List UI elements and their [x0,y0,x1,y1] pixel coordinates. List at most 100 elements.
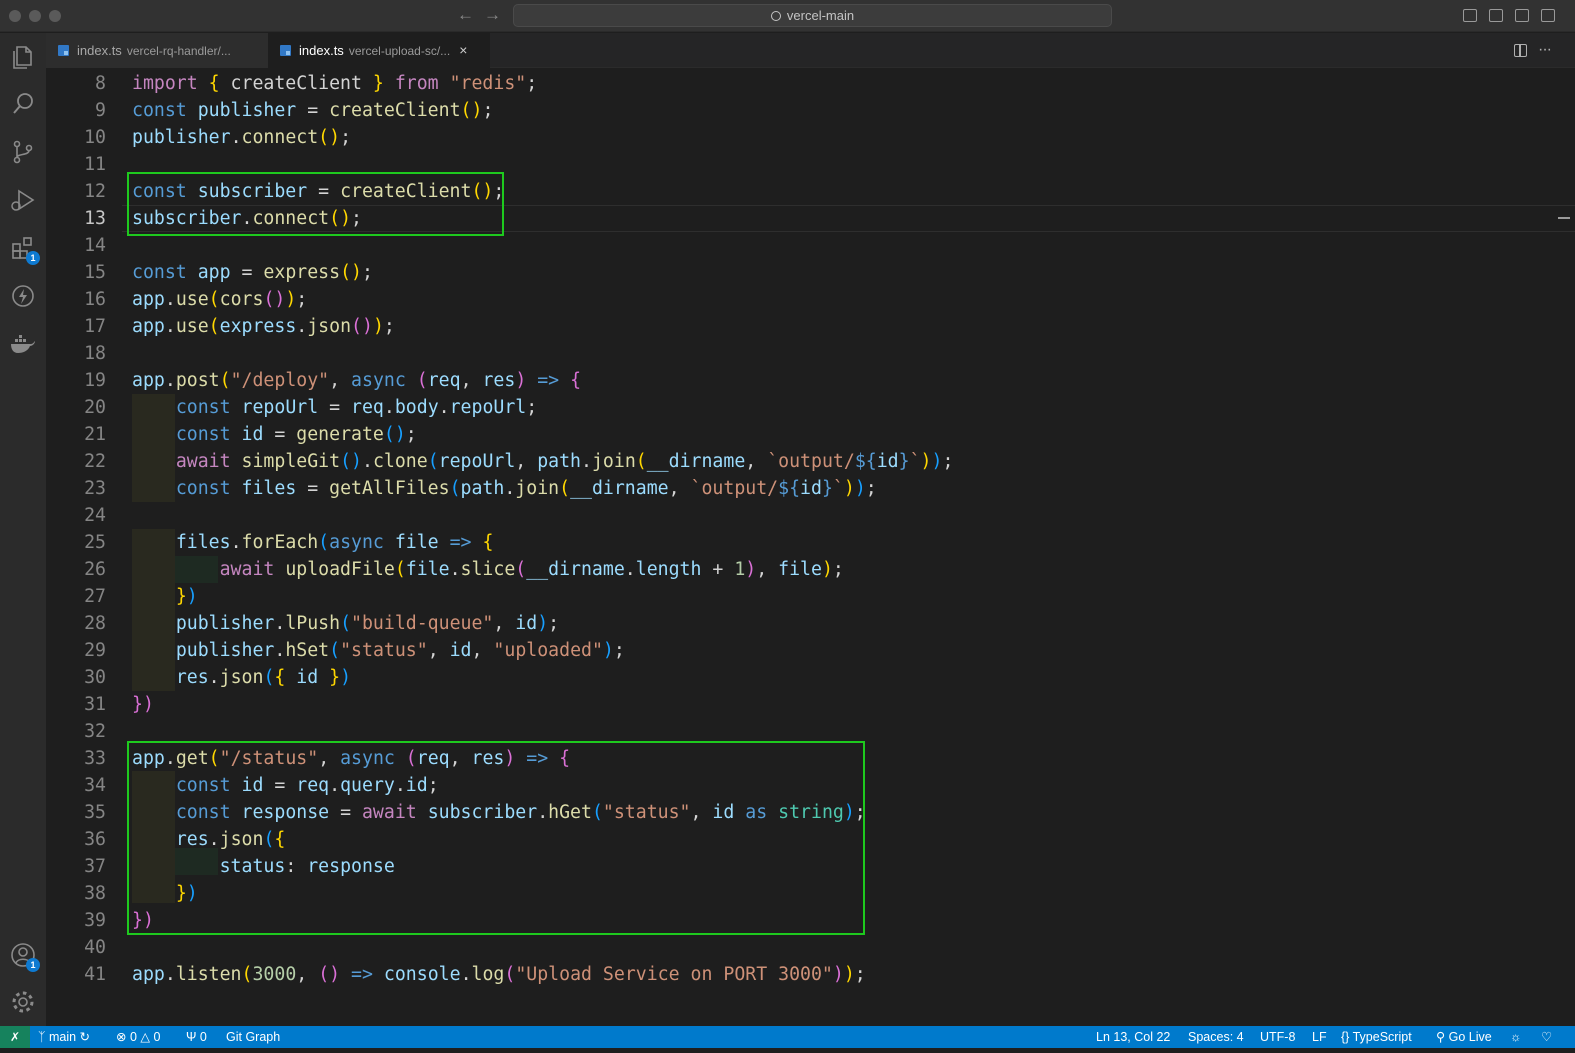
problems-indicator[interactable]: ⊗ 0 △ 0 [116,1026,160,1048]
line-code: import { createClient } from "redis"; [132,70,537,97]
encoding-setting[interactable]: UTF-8 [1260,1026,1295,1048]
branch-label: main [48,1030,77,1044]
code-line[interactable]: 20 const repoUrl = req.body.repoUrl; [46,394,1546,421]
notifications-bell-icon[interactable]: ♡ [1541,1026,1552,1048]
code-line[interactable]: 16 app.use(cors()); [46,286,1546,313]
split-editor-icon[interactable] [1514,44,1527,57]
code-line[interactable]: 31}) [46,691,1546,718]
code-token: const [175,397,231,418]
zoom-window-button[interactable] [49,10,61,22]
cursor-position[interactable]: Ln 13, Col 22 [1096,1026,1170,1048]
forward-arrow-icon[interactable]: → [484,5,501,25]
code-token: } [132,694,143,715]
code-line[interactable]: 18 [46,340,1546,367]
code-token: ( [263,289,275,310]
customize-layout-icon[interactable] [1541,9,1555,22]
toggle-primary-sidebar-icon[interactable] [1463,9,1477,22]
code-token: join [515,478,560,499]
more-actions-icon[interactable]: ··· [1538,41,1552,59]
code-token: json [307,316,352,337]
feedback-icon[interactable]: ☼ [1510,1026,1521,1048]
extensions-icon[interactable]: 1 [8,233,40,265]
code-token: ; [865,478,877,499]
indentation-setting[interactable]: Spaces: 4 [1188,1026,1244,1048]
code-line[interactable]: 15 const app = express(); [46,259,1546,286]
code-token: id [800,478,822,499]
line-code: files.forEach(async file => { [132,529,494,556]
code-line[interactable]: 24 [46,502,1546,529]
code-token: . [274,640,286,661]
close-icon[interactable]: × [459,42,467,58]
line-number: 32 [84,721,106,742]
code-line[interactable]: 28 publisher.lPush("build-queue", id); [46,610,1546,637]
code-line[interactable]: 25 files.forEach(async file => { [46,529,1546,556]
code-token: "/deploy" [230,370,330,391]
code-token: ) [329,127,341,148]
code-token: . [164,316,176,337]
accounts-icon[interactable]: 1 [8,940,40,972]
tab-index-ts-rq-handler[interactable]: index.ts vercel-rq-handler/... [46,33,268,68]
language-mode[interactable]: {} TypeScript [1341,1026,1412,1048]
search-icon[interactable] [8,89,38,119]
code-line[interactable]: 30 res.json({ id }) [46,664,1546,691]
code-token: `output/ [690,478,779,499]
line-number: 37 [84,856,106,877]
code-token: files [241,478,297,499]
line-number: 13 [84,208,106,229]
code-line[interactable]: 23 const files = getAllFiles(path.join(_… [46,475,1546,502]
code-token: ( [340,451,352,472]
explorer-icon[interactable] [8,41,38,71]
code-token: } [175,586,187,607]
code-token: ) [394,424,406,445]
code-line[interactable]: 9 const publisher = createClient(); [46,97,1546,124]
branch-indicator[interactable]: ᛉ main ↻ [38,1026,90,1048]
code-token: clone [372,451,428,472]
code-line[interactable]: 22 await simpleGit().clone(repoUrl, path… [46,448,1546,475]
command-center-search[interactable]: vercel-main [513,4,1112,27]
code-token: ) [274,289,286,310]
code-token: { [482,532,494,553]
code-line[interactable]: 41 app.listen(3000, () => console.log("Up… [46,961,1546,988]
minimize-window-button[interactable] [29,10,41,22]
code-line[interactable]: 10 publisher.connect(); [46,124,1546,151]
code-line[interactable]: 8 import { createClient } from "redis"; [46,70,1546,97]
ports-indicator[interactable]: Ψ 0 [186,1026,207,1048]
code-line[interactable]: 17 app.use(express.json()); [46,313,1546,340]
tab-index-ts-upload-service[interactable]: index.ts vercel-upload-sc/... × [268,33,490,68]
source-control-icon[interactable] [8,137,38,167]
remote-icon[interactable]: ✗ [0,1026,30,1048]
line-number: 29 [84,640,106,661]
run-and-debug-icon[interactable] [8,185,38,215]
code-token: , [515,451,538,472]
code-token: from [383,73,450,94]
back-arrow-icon[interactable]: ← [457,5,474,25]
code-editor[interactable]: 8 import { createClient } from "redis"; 9 c… [46,68,1575,1026]
code-line[interactable]: 21 const id = generate(); [46,421,1546,448]
code-token: "uploaded" [493,640,603,661]
code-token: post [175,370,220,391]
line-number: 10 [84,127,106,148]
lightning-icon[interactable] [8,281,38,311]
code-token: "redis" [449,73,527,94]
code-line[interactable]: 27 }) [46,583,1546,610]
code-line[interactable]: 14 [46,232,1546,259]
docker-icon[interactable] [8,329,38,359]
go-live-button[interactable]: ⚲ Go Live [1436,1026,1492,1048]
code-token: ${ [854,451,877,472]
code-token: __dirname [570,478,669,499]
code-line[interactable]: 29 publisher.hSet("status", id, "uploade… [46,637,1546,664]
ports-count: 0 [199,1030,207,1044]
toggle-panel-icon[interactable] [1489,9,1503,22]
gear-icon[interactable] [8,987,38,1017]
toggle-secondary-sidebar-icon[interactable] [1515,9,1529,22]
code-line[interactable]: 40 [46,934,1546,961]
line-number: 14 [84,235,106,256]
code-token: connect [241,127,319,148]
eol-setting[interactable]: LF [1312,1026,1327,1048]
code-token: ) [843,964,855,985]
close-window-button[interactable] [9,10,21,22]
git-graph-button[interactable]: Git Graph [226,1026,280,1048]
code-line[interactable]: 26 await uploadFile(file.slice(__dirname… [46,556,1546,583]
code-line[interactable]: 19 app.post("/deploy", async (req, res) =… [46,367,1546,394]
